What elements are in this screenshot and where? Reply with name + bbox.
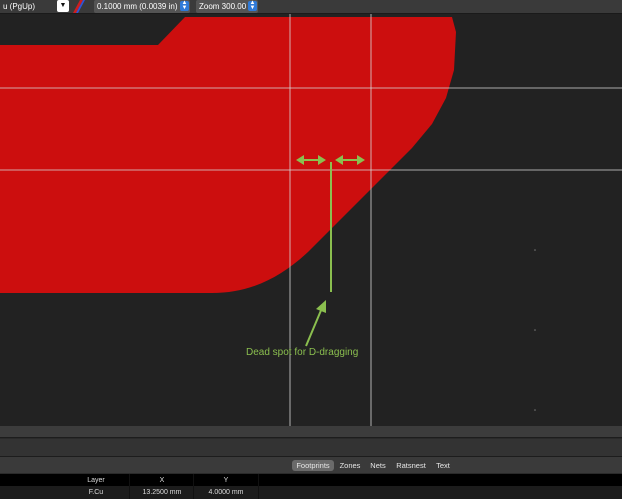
grid-dot [534, 409, 536, 411]
chevron-down-icon[interactable]: ▼ [57, 0, 69, 12]
grid-dot [534, 249, 536, 251]
annotation-label: Dead spot for D-dragging [246, 347, 359, 358]
updown-chevron-icon[interactable]: ▲ ▼ [180, 0, 189, 11]
value-y: 4.0000 mm [208, 489, 244, 496]
zoom-select-value: Zoom 300.00 [199, 2, 247, 11]
header-x: X [159, 477, 165, 484]
top-toolbar: u (PgUp) ▼ 0.1000 mm (0.0039 in) ▲ ▼ Zoom… [0, 0, 622, 14]
panel-tabbar: Footprints Zones Nets Ratsnest Text [0, 457, 622, 473]
layer-select-value: u (PgUp) [3, 2, 36, 11]
tab-ratsnest[interactable]: Ratsnest [394, 460, 428, 471]
pcb-canvas[interactable] [0, 14, 622, 426]
properties-row: F.Cu 13.2500 mm 4.0000 mm [0, 486, 622, 499]
layer-pair-icon[interactable] [73, 0, 85, 13]
value-x: 13.2500 mm [142, 489, 182, 496]
header-y: Y [223, 477, 229, 484]
panel-splitter[interactable] [0, 439, 622, 457]
header-layer: Layer [87, 477, 105, 484]
updown-chevron-icon[interactable]: ▲ ▼ [248, 0, 257, 11]
zoom-select[interactable]: Zoom 300.00 ▲ ▼ [196, 0, 258, 13]
tab-text[interactable]: Text [433, 460, 453, 471]
grid-dot [534, 329, 536, 331]
value-layer: F.Cu [88, 489, 104, 496]
annotation-arrow-icon [305, 300, 326, 347]
layer-select[interactable]: u (PgUp) ▼ [0, 0, 71, 13]
copper-zone [0, 17, 456, 293]
tab-footprints[interactable]: Footprints [292, 460, 334, 471]
properties-header: Layer X Y [0, 474, 622, 486]
column-divider [258, 474, 259, 499]
column-divider [193, 474, 194, 499]
grid-select[interactable]: 0.1000 mm (0.0039 in) ▲ ▼ [94, 0, 190, 13]
tab-zones[interactable]: Zones [338, 460, 362, 471]
tab-nets[interactable]: Nets [368, 460, 388, 471]
grid-select-value: 0.1000 mm (0.0039 in) [97, 2, 178, 11]
column-divider [129, 474, 130, 499]
panel-splitter[interactable] [0, 426, 622, 438]
